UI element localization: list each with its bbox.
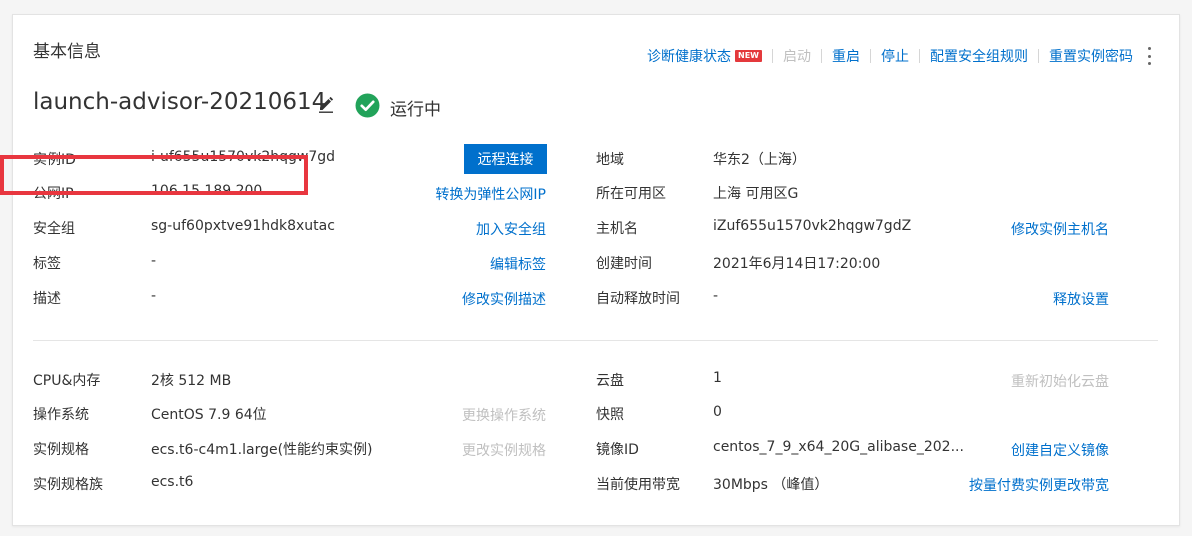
diagnose-health-label: 诊断健康状态 (647, 49, 732, 65)
hostname-label: 主机名 (596, 221, 638, 237)
instance-spec-value: ecs.t6-c4m1.large(性能约束实例) (151, 442, 373, 458)
description-value: - (151, 288, 157, 304)
disk-label: 云盘 (596, 373, 624, 389)
snapshot-value: 0 (713, 404, 722, 420)
toolbar-divider (870, 49, 871, 63)
os-label: 操作系统 (33, 407, 89, 423)
toolbar-divider (919, 49, 920, 63)
section-divider (33, 340, 1158, 341)
running-status-icon (355, 93, 380, 118)
region-value: 华东2（上海） (713, 152, 806, 168)
security-group-value: sg-uf60pxtve91hdk8xutac (151, 218, 335, 234)
toolbar-divider (1038, 49, 1039, 63)
created-time-label: 创建时间 (596, 256, 652, 272)
bandwidth-value: 30Mbps （峰值） (713, 477, 829, 493)
snapshot-label: 快照 (596, 407, 624, 423)
configure-security-group-button[interactable]: 配置安全组规则 (930, 46, 1028, 66)
new-badge: NEW (735, 50, 762, 62)
convert-eip-link[interactable]: 转换为弹性公网IP (435, 184, 546, 204)
status-text: 运行中 (390, 100, 441, 120)
diagnose-health-link[interactable]: 诊断健康状态 NEW (647, 46, 762, 66)
toolbar-divider (821, 49, 822, 63)
change-spec-link[interactable]: 更改实例规格 (462, 440, 546, 460)
section-title: 基本信息 (33, 42, 101, 62)
change-os-link[interactable]: 更换操作系统 (462, 405, 546, 425)
start-button[interactable]: 启动 (783, 46, 811, 66)
edit-hostname-link[interactable]: 修改实例主机名 (1011, 219, 1109, 239)
cpu-memory-label: CPU&内存 (33, 373, 101, 389)
reset-password-button[interactable]: 重置实例密码 (1049, 46, 1133, 66)
description-label: 描述 (33, 291, 61, 307)
instance-name: launch-advisor-20210614 (33, 89, 327, 115)
spec-family-label: 实例规格族 (33, 477, 103, 493)
instance-toolbar: 诊断健康状态 NEW 启动 重启 停止 配置安全组规则 重置实例密码 (647, 46, 1153, 66)
basic-info-card: 基本信息 诊断健康状态 NEW 启动 重启 停止 配置安全组规则 重置实例密码 … (12, 14, 1180, 526)
hostname-value: iZuf655u1570vk2hqgw7gdZ (713, 218, 912, 234)
cpu-memory-value: 2核 512 MB (151, 373, 232, 389)
tags-value: - (151, 253, 157, 269)
join-security-group-link[interactable]: 加入安全组 (476, 219, 546, 239)
disk-value: 1 (713, 370, 722, 386)
zone-label: 所在可用区 (596, 186, 666, 202)
bandwidth-label: 当前使用带宽 (596, 477, 680, 493)
instance-spec-label: 实例规格 (33, 442, 89, 458)
image-id-label: 镜像ID (596, 442, 639, 458)
remote-connect-button[interactable]: 远程连接 (464, 144, 547, 174)
restart-button[interactable]: 重启 (832, 46, 860, 66)
reinit-disk-link[interactable]: 重新初始化云盘 (1011, 371, 1109, 391)
more-vertical-icon[interactable] (1145, 47, 1153, 65)
toolbar-divider (772, 49, 773, 63)
change-bandwidth-link[interactable]: 按量付费实例更改带宽 (969, 475, 1109, 495)
os-value: CentOS 7.9 64位 (151, 407, 267, 423)
edit-icon[interactable] (316, 94, 336, 114)
created-time-value: 2021年6月14日17:20:00 (713, 256, 881, 272)
region-label: 地域 (596, 152, 624, 168)
image-id-value: centos_7_9_x64_20G_alibase_202... (713, 439, 964, 455)
edit-tags-link[interactable]: 编辑标签 (490, 254, 546, 274)
release-settings-link[interactable]: 释放设置 (1053, 289, 1109, 309)
create-image-link[interactable]: 创建自定义镜像 (1011, 440, 1109, 460)
security-group-label: 安全组 (33, 221, 75, 237)
public-ip-highlight-box (0, 155, 308, 195)
auto-release-value: - (713, 288, 719, 304)
stop-button[interactable]: 停止 (881, 46, 909, 66)
zone-value: 上海 可用区G (713, 186, 799, 202)
tags-label: 标签 (33, 256, 61, 272)
auto-release-label: 自动释放时间 (596, 291, 680, 307)
spec-family-value: ecs.t6 (151, 474, 194, 490)
edit-description-link[interactable]: 修改实例描述 (462, 289, 546, 309)
